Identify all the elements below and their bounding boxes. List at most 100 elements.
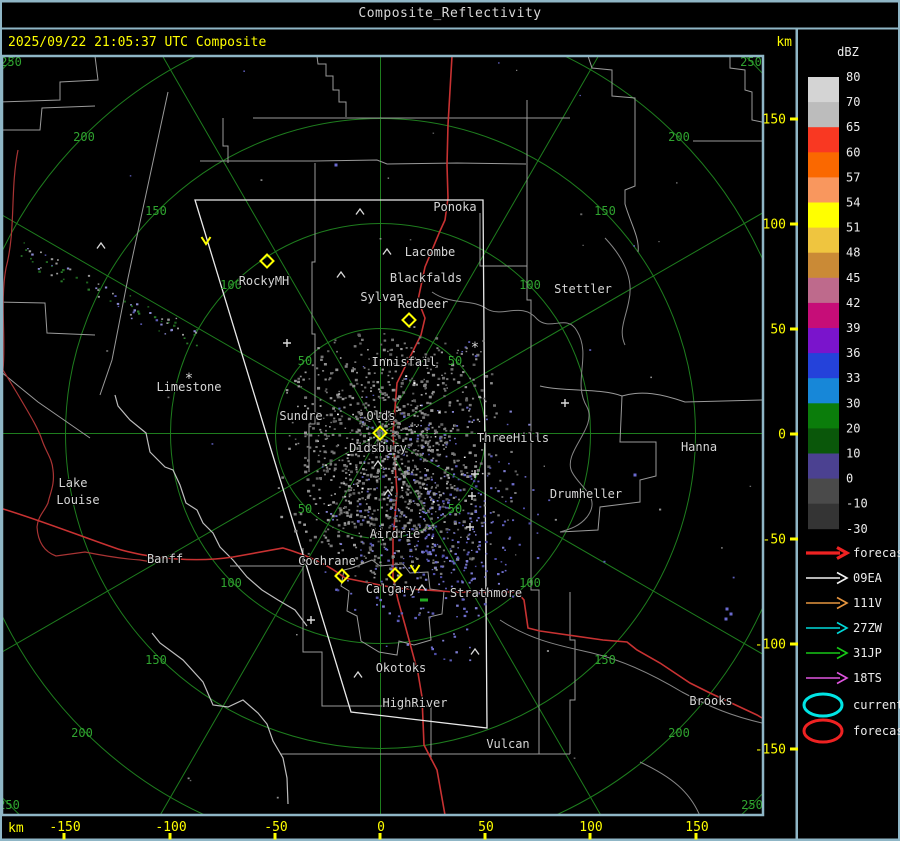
track-legend-label: 18TS	[853, 671, 882, 685]
colorbar-band	[808, 152, 839, 178]
colorbar-band	[808, 353, 839, 379]
right-axis-tick-label: 150	[763, 113, 786, 128]
city-label: Sundre	[279, 409, 322, 423]
svg-text:100: 100	[220, 576, 242, 590]
city-label: Lacombe	[405, 245, 456, 259]
svg-text:200: 200	[668, 726, 690, 740]
track-legend-label: forecast	[853, 546, 900, 560]
colorbar-label: 57	[846, 170, 860, 184]
right-axis-tick-label: 100	[763, 218, 786, 233]
colorbar-band	[808, 252, 839, 279]
colorbar-label: -10	[846, 497, 868, 511]
cross-marker-icon	[561, 399, 569, 407]
colorbar-band	[808, 403, 839, 429]
svg-text:150: 150	[594, 204, 616, 218]
city-label: Vulcan	[486, 737, 529, 751]
colorbar-label: 30	[846, 396, 860, 410]
colorbar-label: 54	[846, 196, 860, 210]
svg-text:50: 50	[298, 502, 312, 516]
radar-app-window: 50 50 50 50 100 100 100 100 150 150 150 150 200 200 20…	[0, 0, 900, 841]
bottom-axis-tick-label: -50	[264, 820, 287, 835]
bottom-axis-tick-label: -150	[49, 820, 80, 835]
city-label: Ponoka	[433, 200, 476, 214]
colorbar-band	[808, 453, 839, 479]
svg-text:150: 150	[145, 204, 167, 218]
bottom-axis-tick-label: -100	[155, 820, 186, 835]
city-label: Brooks	[689, 694, 732, 708]
city-label: Strathmore	[450, 586, 522, 600]
cross-marker-icon	[283, 339, 291, 347]
caret-marker-icon	[336, 270, 346, 278]
colorbar-band	[808, 328, 839, 354]
bottom-axis-tick-label: 0	[377, 820, 385, 835]
colorbar-band	[808, 127, 839, 153]
colorbar-band	[808, 227, 839, 254]
svg-text:200: 200	[71, 726, 93, 740]
track-legend: forecast 09EA 111V 27ZW 31JP 18TS current forec…	[802, 546, 900, 744]
svg-text:150: 150	[145, 653, 167, 667]
city-label: Didsbury	[349, 441, 407, 455]
colorbar-band	[808, 503, 839, 530]
track-legend-label: 27ZW	[853, 621, 883, 635]
colorbar-band	[808, 202, 839, 228]
bottom-axis-tick-label: 50	[478, 820, 494, 835]
colorbar-label: 39	[846, 321, 860, 335]
colorbar-band	[808, 428, 839, 454]
right-axis-tick-label: 50	[770, 323, 786, 338]
colorbar-label: 51	[846, 221, 860, 235]
right-axis-tick-label: 0	[778, 428, 786, 443]
colorbar-label: 70	[846, 95, 860, 109]
caret-marker-icon	[355, 207, 365, 215]
caret-marker-icon	[382, 247, 392, 255]
svg-text:150: 150	[594, 653, 616, 667]
caret-marker-icon	[353, 670, 363, 678]
right-axis-tick-label: -150	[755, 743, 786, 758]
city-label: Stettler	[554, 282, 612, 296]
colorbar-label: 48	[846, 246, 860, 260]
svg-text:100: 100	[519, 278, 541, 292]
colorbar-band	[808, 102, 839, 128]
caret-marker-icon	[470, 647, 480, 655]
city-labels: PonokaLacombeBlackfaldsSylvanRedDeerRock…	[55, 199, 733, 752]
storm-legend-label: forecast	[853, 724, 900, 738]
colorbar-band	[808, 478, 839, 505]
colorbar-label: 20	[846, 421, 860, 435]
colorbar-label: 60	[846, 145, 860, 159]
storm-arrow-icon	[409, 564, 421, 574]
city-label: RedDeer	[398, 297, 449, 311]
right-axis: 150 100 50 0 -50 -100 -150	[755, 113, 798, 758]
colorbar-band	[808, 302, 839, 329]
colorbar-label: 0	[846, 472, 853, 486]
city-label: Limestone	[156, 380, 221, 394]
city-label: Lake	[59, 476, 88, 490]
colorbar-label: 42	[846, 296, 860, 310]
dbz-colorbar: 80 70 65 60 57 54 51 48 45 42 39 36 33 30 20 10 0 -10 -30	[808, 70, 868, 536]
city-label: Olds	[367, 409, 396, 423]
svg-text:50: 50	[298, 354, 312, 368]
city-label: Drumheller	[550, 487, 622, 501]
city-label: ThreeHills	[477, 431, 549, 445]
svg-text:50: 50	[448, 502, 462, 516]
city-label: Innisfail	[371, 355, 436, 369]
bottom-axis: -150 -100 -50 0 50 100 150	[49, 820, 709, 840]
cross-marker-icon	[307, 616, 315, 624]
city-label: Cochrane	[298, 554, 356, 568]
bottom-axis-tick-label: 100	[579, 820, 602, 835]
right-axis-tick-label: -50	[763, 533, 786, 548]
radar-display[interactable]: 50 5050 50100 100100 100150 150150 150200 20020…	[0, 0, 900, 841]
bottom-axis-tick-label: 150	[685, 820, 708, 835]
colorbar-band	[808, 177, 839, 203]
storm-legend-label: current	[853, 698, 900, 712]
colorbar-label: 80	[846, 70, 860, 84]
city-label: Louise	[56, 493, 99, 507]
footer-unit-label: km	[8, 821, 24, 836]
caret-marker-icon	[96, 241, 106, 249]
header-unit-label: km	[776, 35, 792, 50]
svg-text:100: 100	[519, 576, 541, 590]
colorbar-title: dBZ	[837, 45, 859, 59]
radar-site-diamond	[401, 312, 417, 328]
city-label: Okotoks	[376, 661, 427, 675]
track-legend-label: 111V	[853, 596, 882, 610]
asterisk-marker-icon: *	[471, 340, 479, 356]
storm-ellipse-icon	[802, 692, 844, 718]
